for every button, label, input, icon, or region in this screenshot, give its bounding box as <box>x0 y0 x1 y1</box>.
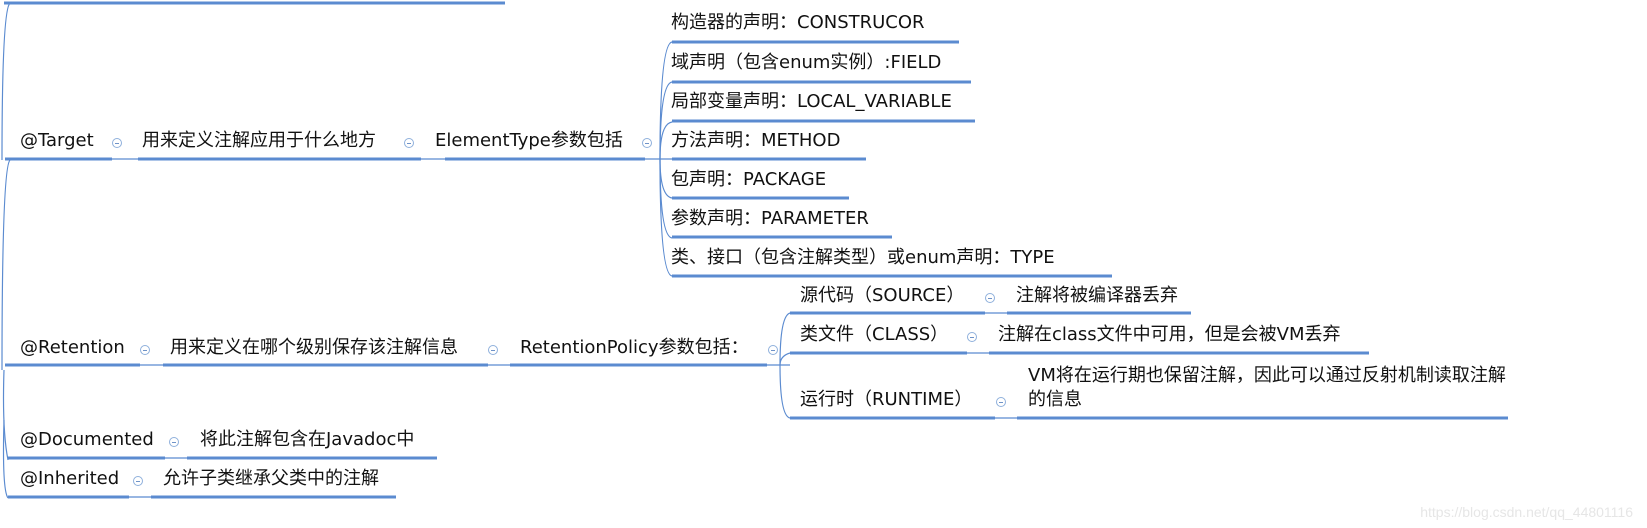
node-retention-runtime-detail[interactable]: VM将在运行期也保留注解，因此可以通过反射机制读取注解的信息 <box>1028 364 1508 412</box>
trunk-curve <box>1 159 11 371</box>
trunk-curve <box>1 2 11 161</box>
collapse-icon[interactable] <box>404 138 414 148</box>
node-target-description[interactable]: 用来定义注解应用于什么地方 <box>142 130 376 152</box>
collapse-icon[interactable] <box>768 345 778 355</box>
node-elementtype-child[interactable]: 构造器的声明：CONSTRUCOR <box>671 12 925 34</box>
node-elementtype-child[interactable]: 域声明（包含enum实例）:FIELD <box>671 52 941 74</box>
node-elementtype-child[interactable]: 方法声明：METHOD <box>671 130 840 152</box>
node-retention-class[interactable]: 类文件（CLASS） <box>800 324 948 346</box>
collapse-icon[interactable] <box>642 138 652 148</box>
node-inherited[interactable]: @Inherited <box>20 468 119 490</box>
collapse-icon[interactable] <box>967 332 977 342</box>
node-inherited-description[interactable]: 允许子类继承父类中的注解 <box>163 468 379 490</box>
collapse-icon[interactable] <box>996 397 1006 407</box>
watermark: https://blog.csdn.net/qq_44801116 <box>1420 504 1633 520</box>
node-retention[interactable]: @Retention <box>20 337 125 359</box>
node-documented[interactable]: @Documented <box>20 429 154 451</box>
node-retention-source[interactable]: 源代码（SOURCE） <box>800 285 964 307</box>
node-elementtype-child[interactable]: 类、接口（包含注解类型）或enum声明：TYPE <box>671 247 1055 269</box>
node-retention-source-detail[interactable]: 注解将被编译器丢弃 <box>1016 285 1178 307</box>
collapse-icon[interactable] <box>169 437 179 447</box>
collapse-icon[interactable] <box>488 345 498 355</box>
collapse-icon[interactable] <box>140 345 150 355</box>
node-elementtype-child[interactable]: 参数声明：PARAMETER <box>671 208 869 230</box>
node-elementtype-child[interactable]: 包声明：PACKAGE <box>671 169 826 191</box>
node-documented-description[interactable]: 将此注解包含在Javadoc中 <box>200 429 414 451</box>
node-elementtype[interactable]: ElementType参数包括 <box>435 130 623 152</box>
node-elementtype-child[interactable]: 局部变量声明：LOCAL_VARIABLE <box>671 91 952 113</box>
collapse-icon[interactable] <box>112 138 122 148</box>
collapse-icon[interactable] <box>133 476 143 486</box>
collapse-icon[interactable] <box>985 293 995 303</box>
node-retention-description[interactable]: 用来定义在哪个级别保存该注解信息 <box>170 337 458 359</box>
node-retentionpolicy[interactable]: RetentionPolicy参数包括： <box>520 337 749 359</box>
trunk-curve <box>2 369 9 461</box>
node-target[interactable]: @Target <box>20 130 94 152</box>
node-retention-runtime[interactable]: 运行时（RUNTIME） <box>800 389 972 411</box>
node-retention-class-detail[interactable]: 注解在class文件中可用，但是会被VM丢弃 <box>998 324 1341 346</box>
